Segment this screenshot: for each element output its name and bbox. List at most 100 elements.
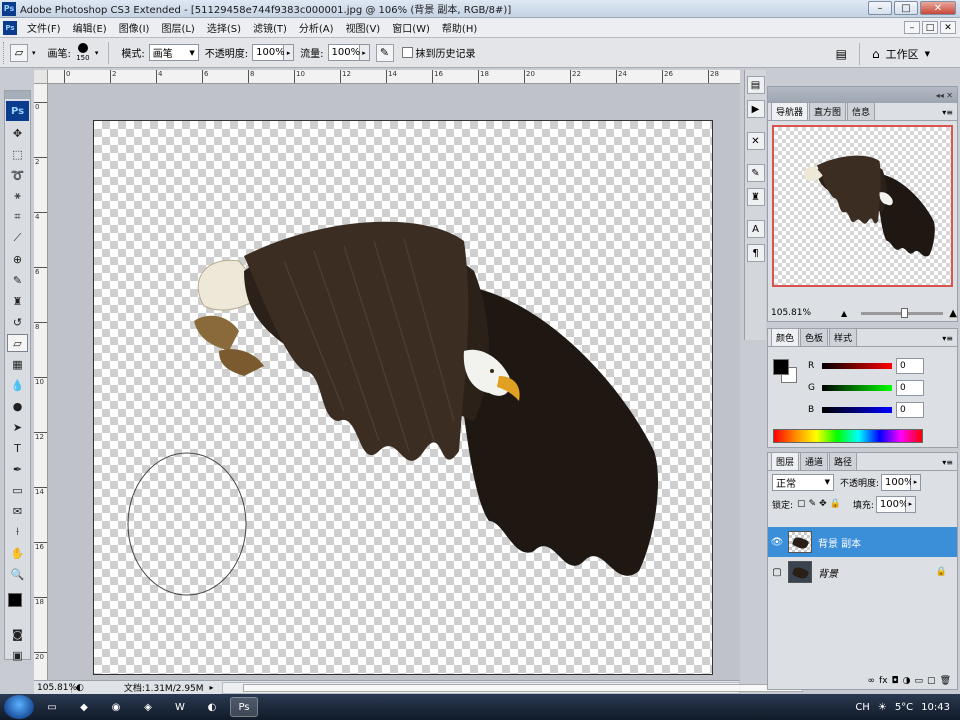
opacity-slider-arrow-icon[interactable]: ▸ (284, 44, 295, 61)
layer-mask-icon[interactable]: ◘ (892, 676, 899, 686)
mode-select[interactable]: 画笔 ▼ (148, 44, 199, 61)
adjustment-layer-icon[interactable]: ◑ (903, 676, 911, 686)
horizontal-scrollbar[interactable] (221, 681, 803, 694)
panel-menu-icon[interactable]: ▾≡ (942, 458, 953, 467)
tab-channels[interactable]: 通道 (800, 452, 829, 470)
lasso-tool-icon[interactable]: ➰ (7, 166, 28, 184)
history-brush-tool-icon[interactable]: ↺ (7, 313, 28, 331)
input-language[interactable]: CH (855, 702, 870, 713)
tab-layers[interactable]: 图层 (771, 452, 800, 470)
paragraph-panel-icon[interactable]: ¶ (746, 244, 765, 262)
character-panel-icon[interactable]: A (746, 220, 765, 238)
healing-brush-tool-icon[interactable]: ⊕ (7, 250, 28, 268)
dodge-tool-icon[interactable]: ● (7, 397, 28, 415)
fill-field[interactable]: 100% (875, 495, 909, 513)
lock-image-icon[interactable]: ✎ (809, 499, 817, 509)
tab-navigator[interactable]: 导航器 (771, 102, 809, 120)
close-button[interactable]: ✕ (920, 1, 956, 15)
tab-color[interactable]: 颜色 (771, 328, 800, 346)
type-tool-icon[interactable]: T (7, 439, 28, 457)
tab-swatches[interactable]: 色板 (800, 328, 829, 346)
horizontal-ruler[interactable]: 0 2 4 6 8 10 12 14 16 18 20 22 24 26 28 (48, 70, 740, 84)
taskbar-explorer-icon[interactable]: ▭ (38, 697, 66, 717)
zoom-out-icon[interactable]: ▲ (841, 309, 847, 318)
zoom-in-icon[interactable]: ▲ (949, 308, 957, 319)
tool-presets-icon[interactable]: ✕ (746, 132, 765, 150)
scrollbar-thumb[interactable] (242, 683, 803, 692)
screen-mode-icon[interactable]: ▣ (7, 646, 28, 664)
brushes-panel-icon[interactable]: ✎ (746, 164, 765, 182)
quick-mask-icon[interactable]: ◙ (7, 625, 28, 643)
doc-close-button[interactable]: ✕ (940, 21, 956, 34)
history-panel-icon[interactable]: ▤ (746, 76, 765, 94)
palette-well-icon[interactable]: ▤ (836, 47, 847, 61)
notes-tool-icon[interactable]: ✉ (7, 502, 28, 520)
actions-panel-icon[interactable]: ▶ (746, 100, 765, 118)
menu-edit[interactable]: 编辑(E) (67, 20, 113, 35)
menu-filter[interactable]: 滤镜(T) (247, 20, 293, 35)
blur-tool-icon[interactable]: 💧 (7, 376, 28, 394)
layer-row-background[interactable]: ▢ 背景 🔒 (768, 557, 957, 587)
status-info-icon[interactable]: ◐ (76, 683, 84, 693)
crop-tool-icon[interactable]: ⌗ (7, 208, 28, 226)
flow-field[interactable]: 100% (327, 44, 360, 61)
workspace-button[interactable]: 工作区 (886, 46, 919, 62)
new-group-icon[interactable]: ▭ (915, 676, 924, 686)
toolbox-header[interactable] (5, 91, 30, 99)
clone-stamp-tool-icon[interactable]: ♜ (7, 292, 28, 310)
blue-slider[interactable] (822, 407, 892, 413)
minimize-button[interactable]: – (868, 1, 892, 15)
options-grip[interactable] (3, 41, 7, 64)
slice-tool-icon[interactable]: ⟋ (7, 229, 28, 247)
link-layers-icon[interactable]: ∞ (868, 676, 876, 686)
new-layer-icon[interactable]: ▢ (927, 676, 936, 686)
panel-menu-icon[interactable]: ▾≡ (942, 108, 953, 117)
magic-wand-tool-icon[interactable]: ⚹ (7, 187, 28, 205)
start-button[interactable] (4, 695, 34, 719)
zoom-level[interactable]: 105.81% (34, 682, 77, 693)
marquee-tool-icon[interactable]: ⬚ (7, 145, 28, 163)
status-menu-arrow-icon[interactable]: ▸ (210, 683, 214, 692)
menu-analysis[interactable]: 分析(A) (293, 20, 340, 35)
menu-layer[interactable]: 图层(L) (155, 20, 200, 35)
taskbar-game-icon[interactable]: ◈ (134, 697, 162, 717)
red-slider[interactable] (822, 363, 892, 369)
eyedropper-tool-icon[interactable]: ⟊ (7, 523, 28, 541)
opacity-field[interactable]: 100% (252, 44, 285, 61)
tab-styles[interactable]: 样式 (829, 328, 858, 346)
layer-row-background-copy[interactable]: 👁 背景 副本 (768, 527, 957, 557)
eraser-tool-icon[interactable]: ▱ (7, 334, 28, 352)
airbrush-icon[interactable]: ✎ (375, 43, 394, 62)
red-value[interactable]: 0 (896, 358, 924, 374)
lock-position-icon[interactable]: ✥ (819, 499, 827, 509)
workspace-dropdown-arrow-icon[interactable]: ▼ (925, 50, 930, 58)
navigator-preview[interactable] (772, 125, 953, 287)
preset-dropdown-arrow-icon[interactable]: ▾ (32, 49, 36, 57)
layer-opacity-arrow-icon[interactable]: ▸ (911, 473, 922, 491)
photoshop-logo-icon[interactable]: Ps (6, 101, 29, 121)
layer-opacity-field[interactable]: 100% (881, 473, 914, 491)
lock-all-icon[interactable]: 🔒 (830, 499, 841, 509)
navigator-zoom[interactable]: 105.81% (771, 308, 811, 318)
flow-slider-arrow-icon[interactable]: ▸ (359, 44, 370, 61)
taskbar-photoshop-icon[interactable]: Ps (230, 697, 258, 717)
shape-tool-icon[interactable]: ▭ (7, 481, 28, 499)
pen-tool-icon[interactable]: ✒ (7, 460, 28, 478)
weather-icon[interactable]: ☀ (878, 702, 887, 713)
menu-file[interactable]: 文件(F) (21, 20, 67, 35)
taskbar-app-icon[interactable]: ◐ (198, 697, 226, 717)
blend-mode-select[interactable]: 正常 ▼ (772, 473, 834, 491)
image-canvas[interactable] (93, 120, 713, 675)
tab-info[interactable]: 信息 (847, 102, 876, 120)
panel-menu-icon[interactable]: ▾≡ (942, 334, 953, 343)
taskbar-browser-icon[interactable]: ◉ (102, 697, 130, 717)
fill-arrow-icon[interactable]: ▸ (905, 495, 916, 513)
menu-view[interactable]: 视图(V) (340, 20, 387, 35)
doc-maximize-button[interactable]: □ (922, 21, 938, 34)
brush-picker[interactable]: 150 (75, 41, 91, 65)
menu-window[interactable]: 窗口(W) (386, 20, 436, 35)
visibility-eye-icon[interactable]: 👁 (768, 537, 786, 548)
zoom-tool-icon[interactable]: 🔍 (7, 565, 28, 583)
taskbar-word-icon[interactable]: W (166, 697, 194, 717)
brush-tool-icon[interactable]: ✎ (7, 271, 28, 289)
